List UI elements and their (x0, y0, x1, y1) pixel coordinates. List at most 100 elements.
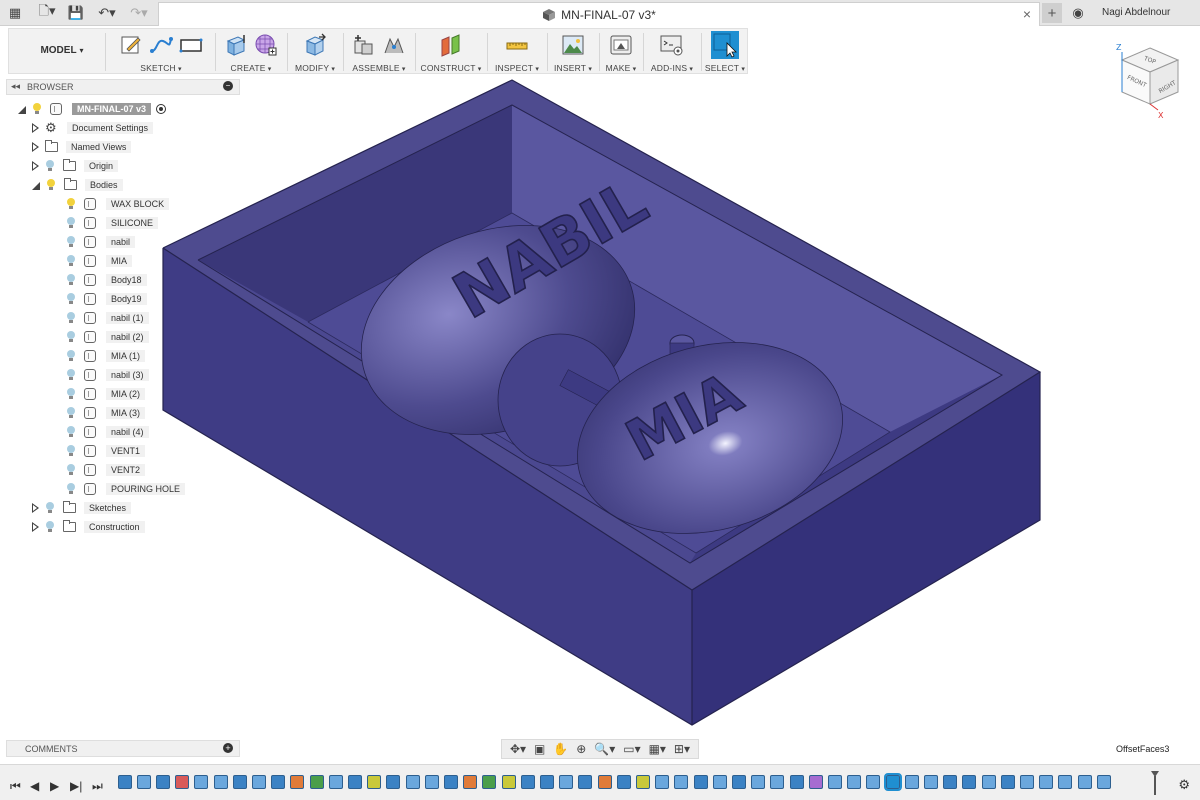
rectangle-icon[interactable] (179, 33, 203, 57)
display-settings-icon[interactable]: ▭▾ (623, 742, 640, 756)
timeline-feature-icon[interactable] (655, 775, 669, 789)
timeline-feature-icon[interactable] (1020, 775, 1034, 789)
visibility-bulb-icon[interactable] (66, 236, 76, 248)
timeline-feature-icon[interactable] (252, 775, 266, 789)
step-forward-icon[interactable]: ▶| (70, 779, 82, 793)
timeline-feature-icon[interactable] (1058, 775, 1072, 789)
browser-item-named-views[interactable]: Named Views (32, 139, 132, 155)
create-sketch-icon[interactable] (119, 33, 143, 57)
timeline-feature-icon[interactable] (751, 775, 765, 789)
timeline-feature-icon[interactable] (425, 775, 439, 789)
timeline-feature-icon[interactable] (348, 775, 362, 789)
offset-plane-icon[interactable] (439, 33, 463, 57)
visibility-bulb-icon[interactable] (66, 293, 76, 305)
visibility-bulb-icon[interactable] (66, 388, 76, 400)
timeline-feature-icon[interactable] (1078, 775, 1092, 789)
timeline-feature-icon[interactable] (559, 775, 573, 789)
undo-icon[interactable]: ↶▾ (94, 3, 120, 23)
timeline-feature-icon[interactable] (962, 775, 976, 789)
timeline-feature-icon[interactable] (847, 775, 861, 789)
sketch-group[interactable]: SKETCH (107, 29, 215, 75)
timeline-feature-icon[interactable] (310, 775, 324, 789)
browser-root-row[interactable]: MN-FINAL-07 v3 (18, 101, 167, 117)
timeline-feature-icon[interactable] (790, 775, 804, 789)
go-to-start-icon[interactable]: ⏮ (10, 779, 21, 794)
user-name[interactable]: Nagi Abdelnour (1102, 7, 1170, 18)
visibility-bulb-icon[interactable] (66, 483, 76, 495)
timeline-feature-icon[interactable] (386, 775, 400, 789)
wax-block-left-face[interactable] (163, 248, 692, 725)
canvas-viewport[interactable]: NABIL MIA (0, 76, 1200, 736)
visibility-bulb-icon[interactable] (66, 464, 76, 476)
body-row[interactable]: SILICONE (66, 215, 159, 231)
visibility-bulb-icon[interactable] (66, 407, 76, 419)
body-row[interactable]: Body18 (66, 272, 147, 288)
timeline-feature-icon[interactable] (118, 775, 132, 789)
timeline-feature-icon[interactable] (982, 775, 996, 789)
browser-item-construction[interactable]: Construction (32, 519, 145, 535)
timeline-feature-icon[interactable] (884, 773, 902, 791)
visibility-bulb-icon[interactable] (66, 426, 76, 438)
fit-icon[interactable]: 🔍▾ (594, 742, 615, 756)
timeline-marker-icon[interactable] (1151, 771, 1159, 795)
expand-icon[interactable] (32, 182, 40, 190)
viewcube[interactable]: TOP FRONT RIGHT Z X (1110, 40, 1190, 120)
body-row[interactable]: MIA (3) (66, 405, 146, 421)
timeline-feature-icon[interactable] (156, 775, 170, 789)
timeline-feature-icon[interactable] (1039, 775, 1053, 789)
modify-group[interactable]: MODIFY (287, 29, 343, 75)
timeline-feature-icon[interactable] (271, 775, 285, 789)
new-component-icon[interactable] (352, 33, 376, 57)
timeline-feature-icon[interactable] (482, 775, 496, 789)
browser-item-origin[interactable]: Origin (32, 158, 119, 174)
timeline-feature-icon[interactable] (617, 775, 631, 789)
timeline-feature-icon[interactable] (444, 775, 458, 789)
browser-item-bodies[interactable]: Bodies (32, 177, 123, 193)
body-row[interactable]: nabil (1) (66, 310, 149, 326)
minimize-browser-icon[interactable]: − (223, 81, 233, 91)
zoom-icon[interactable]: ⊕ (576, 742, 586, 756)
timeline-feature-icon[interactable] (905, 775, 919, 789)
new-tab-icon[interactable]: + (1042, 3, 1062, 23)
timeline-feature-icon[interactable] (1097, 775, 1111, 789)
expand-icon[interactable] (32, 142, 39, 152)
insert-image-icon[interactable] (561, 33, 585, 57)
3d-print-icon[interactable] (609, 33, 633, 57)
timeline-feature-icon[interactable] (770, 775, 784, 789)
timeline-feature-icon[interactable] (943, 775, 957, 789)
insert-group[interactable]: INSERT (547, 29, 599, 75)
play-icon[interactable]: ▶ (50, 779, 59, 793)
visibility-bulb-icon[interactable] (45, 502, 55, 514)
timeline-feature-icon[interactable] (713, 775, 727, 789)
body-row[interactable]: MIA (1) (66, 348, 146, 364)
add-ins-group[interactable]: ADD-INS (643, 29, 701, 75)
wax-block-top-rim[interactable] (163, 80, 1040, 590)
browser-panel-header[interactable]: ◂◂ BROWSER − (6, 79, 240, 95)
body-row[interactable]: VENT1 (66, 443, 146, 459)
app-grid-icon[interactable]: ▦ (6, 3, 24, 23)
body-row[interactable]: WAX BLOCK (66, 196, 170, 212)
activate-component-icon[interactable] (156, 104, 167, 114)
timeline-feature-icon[interactable] (214, 775, 228, 789)
file-menu-icon[interactable]: 🗋▾ (34, 3, 60, 23)
line-icon[interactable] (149, 33, 173, 57)
press-pull-icon[interactable] (303, 33, 327, 57)
visibility-bulb-icon[interactable] (66, 445, 76, 457)
grid-settings-icon[interactable]: ▦▾ (649, 742, 666, 756)
timeline-settings-icon[interactable]: ⚙ (1178, 777, 1190, 793)
step-back-icon[interactable]: ◀ (30, 779, 39, 793)
orbit-icon[interactable]: ✥▾ (510, 742, 526, 756)
visibility-bulb-icon[interactable] (66, 312, 76, 324)
timeline-feature-icon[interactable] (137, 775, 151, 789)
visibility-bulb-icon[interactable] (66, 369, 76, 381)
select-group[interactable]: SELECT (701, 29, 749, 75)
timeline-feature-icon[interactable] (406, 775, 420, 789)
visibility-bulb-icon[interactable] (66, 198, 76, 210)
look-at-icon[interactable]: ▣ (534, 742, 545, 756)
timeline-feature-icon[interactable] (233, 775, 247, 789)
inspect-group[interactable]: INSPECT (487, 29, 547, 75)
wax-block-right-face[interactable] (692, 372, 1040, 725)
save-icon[interactable]: 💾 (68, 3, 84, 23)
pan-icon[interactable]: ✋ (553, 742, 568, 756)
construct-group[interactable]: CONSTRUCT (415, 29, 487, 75)
